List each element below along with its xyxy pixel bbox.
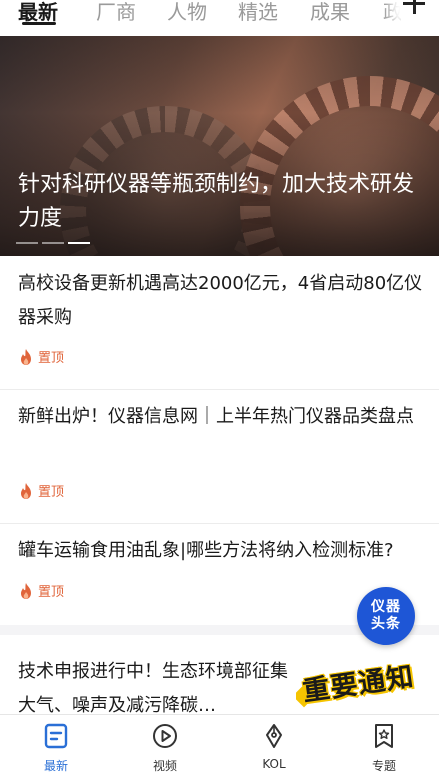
nav-label: KOL (262, 757, 286, 771)
nav-topics[interactable]: 专题 (349, 723, 419, 774)
fab-line2: 头条 (371, 616, 401, 632)
nav-label: 视频 (152, 759, 177, 773)
document-icon (44, 723, 68, 749)
tab-featured[interactable]: 精选 (238, 0, 278, 25)
news-title: 新鲜出炉！仪器信息网｜上半年热门仪器品类盘点 (18, 406, 414, 427)
instrument-headlines-button[interactable]: 仪器 头条 (357, 587, 415, 645)
nav-latest[interactable]: 最新 (21, 723, 91, 774)
bottom-navigation: 最新 视频 KOL 专题 (0, 714, 439, 780)
banner-title: 针对科研仪器等瓶颈制约，加大技术研发力度 (18, 172, 415, 231)
pinned-label: 置顶 (38, 351, 65, 366)
carousel-dot-active (68, 242, 90, 244)
category-tabs: 最新 厂商 人物 精选 成果 政 (0, 0, 439, 36)
add-channel-button[interactable] (401, 0, 427, 24)
fab-line1: 仪器 (371, 599, 401, 615)
tab-people[interactable]: 人物 (167, 0, 207, 25)
nav-label: 最新 (43, 759, 68, 773)
pinned-badge: 置顶 (18, 581, 64, 600)
news-title: 罐车运输食用油乱象|哪些方法将纳入检测标准? (18, 540, 394, 561)
pinned-badge: 置顶 (18, 481, 64, 500)
pinned-badge: 置顶 (18, 347, 64, 366)
carousel-indicator (16, 242, 90, 244)
nav-video[interactable]: 视频 (130, 723, 200, 774)
flame-icon (21, 348, 31, 365)
news-item[interactable]: 高校设备更新机遇高达2000亿元，4省启动80亿仪器采购 置顶 (0, 256, 439, 390)
news-thumbnail[interactable]: 重要通知 (296, 658, 416, 718)
news-item[interactable]: 新鲜出炉！仪器信息网｜上半年热门仪器品类盘点 置顶 (0, 390, 439, 524)
pinned-label: 置顶 (38, 485, 65, 500)
news-title: 技术申报进行中！生态环境部征集大气、噪声及减污降碳… (18, 661, 288, 716)
play-icon (153, 724, 177, 748)
flame-icon (21, 582, 31, 599)
flame-icon (21, 482, 31, 499)
carousel-dot (42, 242, 64, 244)
nav-kol[interactable]: KOL (239, 723, 309, 771)
news-title: 高校设备更新机遇高达2000亿元，4省启动80亿仪器采购 (18, 273, 423, 328)
bookmark-star-icon (375, 724, 393, 748)
active-tab-indicator (22, 22, 56, 25)
nav-label: 专题 (371, 759, 396, 773)
tab-policy[interactable]: 政 (383, 0, 403, 25)
carousel-dot (16, 242, 38, 244)
pen-nib-icon (266, 724, 282, 748)
tab-achievements[interactable]: 成果 (310, 0, 350, 25)
featured-banner[interactable]: 针对科研仪器等瓶颈制约，加大技术研发力度 (0, 36, 439, 256)
tab-manufacturers[interactable]: 厂商 (96, 0, 136, 25)
pinned-label: 置顶 (38, 585, 65, 600)
